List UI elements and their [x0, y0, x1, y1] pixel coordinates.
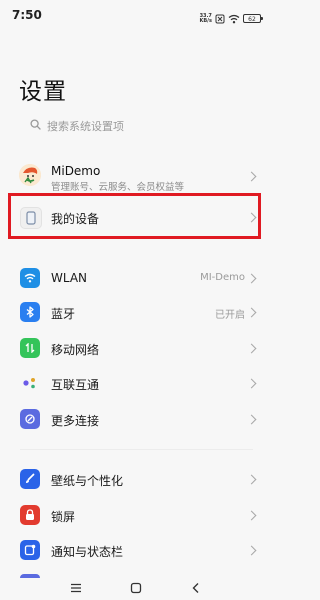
list-item-wlan[interactable]: WLAN MI-Demo	[0, 264, 273, 292]
avatar	[19, 164, 41, 186]
account-subtitle: 管理账号、云服务、会员权益等	[51, 182, 185, 193]
interconnect-label: 互联互通	[51, 378, 100, 392]
list-item-notifications[interactable]: 通知与状态栏	[0, 536, 273, 564]
list-item-lock-screen[interactable]: 锁屏	[0, 501, 273, 529]
account-name: MiDemo	[51, 164, 101, 178]
mobile-network-chevron-icon	[246, 343, 257, 354]
list-item-bluetooth[interactable]: 蓝牙 已开启	[0, 298, 273, 326]
wallpaper-label: 壁纸与个性化	[51, 474, 124, 488]
home-icon[interactable]	[126, 578, 146, 598]
list-item-more-connections[interactable]: 更多连接	[0, 405, 273, 433]
status-icons: 33.7 KB/s 62	[199, 9, 263, 28]
wlan-label: WLAN	[51, 271, 88, 285]
network-speed: 33.7 KB/s	[199, 13, 213, 24]
search-icon	[30, 119, 41, 133]
lock-icon	[20, 505, 40, 525]
notification-icon	[20, 540, 40, 560]
link-icon	[20, 409, 40, 429]
wifi-status-icon	[228, 9, 240, 28]
wallpaper-chevron-icon	[246, 474, 257, 485]
wlan-value: MI-Demo	[200, 272, 245, 283]
list-item-interconnect[interactable]: 互联互通	[0, 369, 273, 397]
menu-icon[interactable]	[66, 578, 86, 598]
search-bar[interactable]: 搜索系统设置项	[30, 118, 124, 134]
mobile-network-label: 移动网络	[51, 343, 100, 357]
bluetooth-label: 蓝牙	[51, 307, 76, 321]
section-divider	[20, 449, 253, 450]
status-time: 7:50	[12, 8, 42, 22]
wlan-chevron-icon	[246, 273, 257, 284]
lock-screen-chevron-icon	[246, 510, 257, 521]
list-item-wallpaper[interactable]: 壁纸与个性化	[0, 465, 273, 493]
battery-icon: 62	[243, 14, 263, 23]
highlight-box	[8, 193, 261, 239]
lock-screen-label: 锁屏	[51, 510, 76, 524]
mobile-data-icon	[20, 338, 40, 358]
status-bar: 7:50 33.7 KB/s 62	[0, 0, 273, 28]
list-item-mobile-network[interactable]: 移动网络	[0, 334, 273, 362]
wifi-icon	[20, 268, 40, 288]
notifications-chevron-icon	[246, 545, 257, 556]
page-title: 设置	[19, 79, 67, 105]
navigation-bar	[0, 578, 273, 600]
connectivity-icon	[20, 373, 40, 393]
more-connections-chevron-icon	[246, 414, 257, 425]
search-placeholder: 搜索系统设置项	[47, 120, 124, 133]
more-connections-label: 更多连接	[51, 414, 100, 428]
brush-icon	[20, 469, 40, 489]
sim-icon	[215, 9, 225, 28]
bluetooth-chevron-icon	[246, 307, 257, 318]
notifications-label: 通知与状态栏	[51, 545, 124, 559]
network-speed-unit: KB/s	[199, 17, 213, 24]
bluetooth-value: 已开启	[215, 310, 245, 321]
bluetooth-icon	[20, 302, 40, 322]
back-icon[interactable]	[186, 578, 206, 598]
interconnect-chevron-icon	[246, 378, 257, 389]
